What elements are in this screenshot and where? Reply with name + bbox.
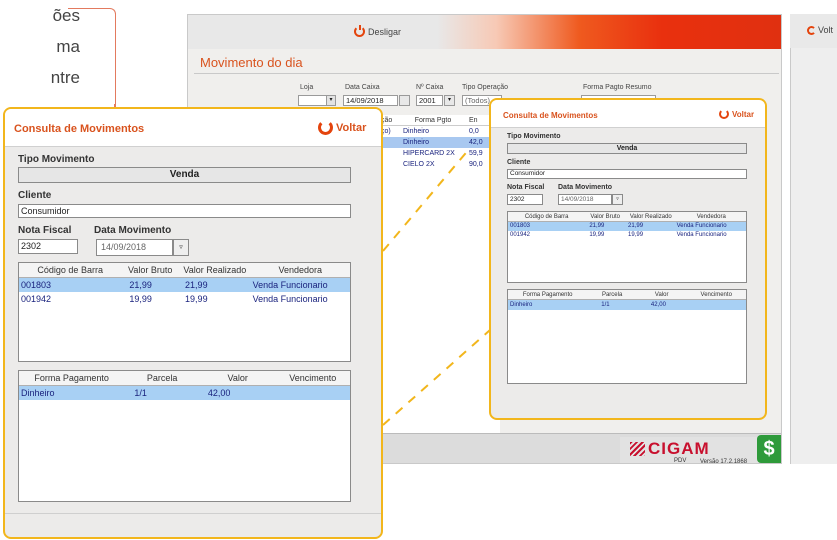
- table-row[interactable]: 001942 19,99 19,99 Venda Funcionario: [508, 231, 746, 240]
- cell: Venda Funcionario: [252, 280, 328, 290]
- chevron-down-icon[interactable]: ▿: [173, 239, 189, 256]
- col-vendedora: Vendedora: [278, 265, 323, 275]
- col-valor: Valor: [227, 373, 248, 383]
- dialog-footer-divider: [5, 513, 381, 514]
- nota-fiscal-label: Nota Fiscal: [507, 184, 545, 191]
- table-row[interactable]: 001803 21,99 21,99 Venda Funcionario: [19, 278, 350, 292]
- cell: 21,99: [185, 280, 208, 290]
- cell: 21,99: [589, 223, 605, 229]
- col-valor-bruto: Valor Bruto: [590, 214, 620, 220]
- data-movimento-label: Data Movimento: [558, 184, 613, 191]
- data-movimento-field[interactable]: 14/09/2018: [96, 239, 173, 256]
- tipo-movimento-value: Venda: [18, 167, 351, 183]
- cell: 001942: [21, 294, 52, 304]
- data-movimento-label: Data Movimento: [94, 225, 172, 236]
- dialog-title: Consulta de Movimentos: [503, 111, 598, 120]
- items-header: Código de Barra Valor Bruto Valor Realiz…: [19, 263, 350, 278]
- col-vendedora: Vendedora: [696, 214, 726, 220]
- col-parcela: Parcela: [146, 373, 178, 383]
- voltar-label: Voltar: [336, 121, 367, 134]
- nota-fiscal-field[interactable]: 2302: [18, 239, 78, 254]
- col-valor-bruto: Valor Bruto: [128, 265, 173, 275]
- cell: 001803: [510, 223, 531, 229]
- chevron-down-icon[interactable]: ▿: [612, 194, 623, 205]
- col-forma-pagamento: Forma Pagamento: [34, 373, 109, 383]
- cell: [275, 386, 350, 400]
- voltar-button[interactable]: Voltar: [318, 120, 366, 135]
- col-vencimento: Vencimento: [289, 373, 337, 383]
- cell: 1/1: [601, 302, 610, 308]
- tipo-movimento-value: Venda: [507, 143, 747, 154]
- consulta-dialog-large: Consulta de Movimentos Voltar Tipo Movim…: [3, 107, 383, 539]
- tipo-movimento-label: Tipo Movimento: [18, 154, 95, 165]
- cell: 19,99: [628, 232, 644, 238]
- cell: Venda Funcionario: [676, 232, 727, 238]
- tipo-movimento-label: Tipo Movimento: [507, 133, 561, 140]
- dialog-header: Consulta de Movimentos Voltar: [491, 100, 765, 128]
- col-valor-realizado: Valor Realizado: [629, 214, 672, 220]
- col-parcela: Parcela: [601, 292, 623, 298]
- cell: 21,99: [129, 280, 152, 290]
- items-table: Código de Barra Valor Bruto Valor Realiz…: [507, 211, 747, 283]
- cell: Venda Funcionario: [676, 223, 727, 229]
- col-vencimento: Vencimento: [700, 292, 732, 298]
- items-table: Código de Barra Valor Bruto Valor Realiz…: [18, 262, 351, 362]
- payments-header: Forma Pagamento Parcela Valor Vencimento: [19, 371, 350, 386]
- table-row[interactable]: 001942 19,99 19,99 Venda Funcionario: [19, 292, 350, 306]
- payments-table: Forma Pagamento Parcela Valor Vencimento…: [18, 370, 351, 502]
- table-row[interactable]: Dinheiro 1/1 42,00: [19, 386, 350, 400]
- cell: 001803: [21, 280, 52, 290]
- consulta-dialog-small: Consulta de Movimentos Voltar Tipo Movim…: [489, 98, 767, 420]
- cliente-label: Cliente: [507, 159, 531, 166]
- cell: 42,00: [650, 302, 666, 308]
- cell: 21,99: [628, 223, 644, 229]
- voltar-icon: [719, 109, 729, 119]
- cell: 19,99: [129, 294, 152, 304]
- cell: Dinheiro: [510, 302, 533, 308]
- col-codigo: Código de Barra: [524, 214, 569, 220]
- voltar-label: Voltar: [732, 109, 755, 119]
- voltar-button[interactable]: Voltar: [719, 109, 754, 119]
- cell: [687, 300, 746, 310]
- dialog-title: Consulta de Movimentos: [14, 123, 145, 135]
- nota-fiscal-label: Nota Fiscal: [18, 225, 72, 236]
- col-codigo: Código de Barra: [37, 265, 103, 275]
- data-movimento-field[interactable]: 14/09/2018: [558, 194, 612, 205]
- dialog-header: Consulta de Movimentos Voltar: [5, 109, 381, 147]
- col-valor: Valor: [654, 292, 669, 298]
- col-forma-pagamento: Forma Pagamento: [522, 292, 573, 298]
- voltar-icon: [318, 120, 333, 135]
- cliente-label: Cliente: [18, 190, 52, 201]
- table-row[interactable]: Dinheiro 1/1 42,00: [508, 300, 746, 310]
- cell: 001942: [510, 232, 531, 238]
- cell: 19,99: [589, 232, 605, 238]
- cell: 42,00: [207, 388, 231, 398]
- payments-header: Forma Pagamento Parcela Valor Vencimento: [508, 290, 746, 300]
- cell: 19,99: [185, 294, 208, 304]
- col-valor-realizado: Valor Realizado: [183, 265, 247, 275]
- cliente-field[interactable]: Consumidor: [18, 204, 351, 218]
- cell: 1/1: [134, 388, 147, 398]
- cell: Dinheiro: [21, 388, 55, 398]
- cell: Venda Funcionario: [252, 294, 328, 304]
- cliente-field[interactable]: Consumidor: [507, 169, 747, 179]
- payments-table: Forma Pagamento Parcela Valor Vencimento…: [507, 289, 747, 384]
- table-row[interactable]: 001803 21,99 21,99 Venda Funcionario: [508, 222, 746, 231]
- nota-fiscal-field[interactable]: 2302: [507, 194, 543, 205]
- items-header: Código de Barra Valor Bruto Valor Realiz…: [508, 212, 746, 222]
